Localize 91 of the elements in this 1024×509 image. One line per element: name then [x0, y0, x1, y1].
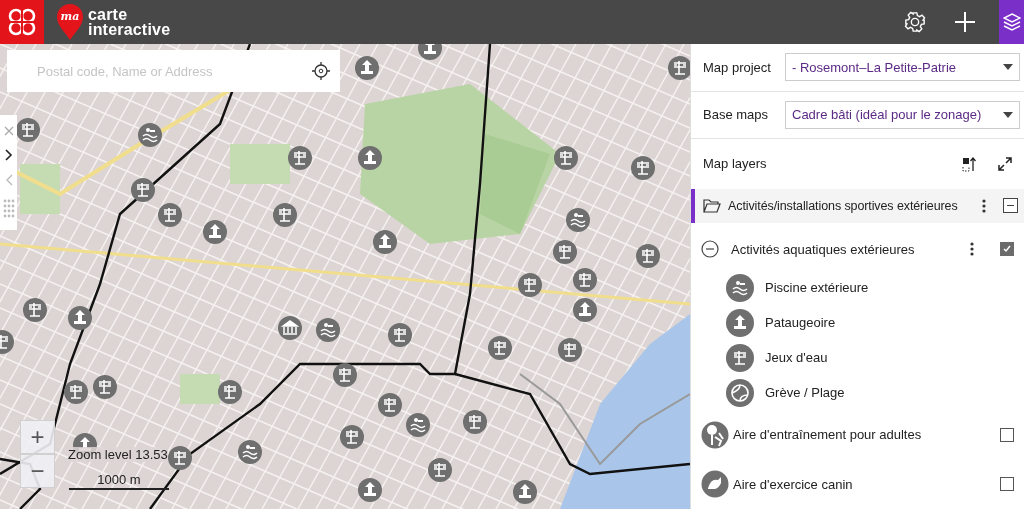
layer-name[interactable]: Aire d'entraînement pour adultes — [733, 427, 996, 443]
dropdown[interactable]: Cadre bâti (idéal pour le zonage) — [785, 100, 1020, 129]
poi-marker-icon[interactable] — [558, 338, 582, 362]
drag-handle-icon[interactable] — [2, 199, 15, 220]
zoom-in-button[interactable]: + — [20, 420, 55, 454]
search-bar[interactable]: Postal code, Name or Address — [7, 50, 340, 92]
dropdown[interactable]: - Rosemont–La Petite-Patrie — [785, 53, 1020, 82]
locate-icon[interactable] — [312, 62, 330, 80]
group-name: Activités/installations sportives extérieures — [728, 198, 959, 213]
poi-marker-icon[interactable] — [203, 220, 227, 244]
poi-marker-icon[interactable] — [355, 56, 379, 80]
poi-marker-icon[interactable] — [16, 118, 40, 142]
poi-marker-icon[interactable] — [131, 178, 155, 202]
poi-marker-icon[interactable] — [513, 480, 537, 504]
poi-marker-icon[interactable] — [573, 298, 597, 322]
collapse-icon[interactable] — [701, 240, 719, 259]
layer-symbol-icon — [701, 470, 729, 499]
poi-marker-icon[interactable] — [238, 440, 262, 464]
layer-checkbox[interactable] — [1000, 477, 1014, 492]
field-label: Map project — [703, 59, 772, 75]
poi-marker-icon[interactable] — [23, 298, 47, 322]
poi-marker-icon[interactable] — [273, 203, 297, 227]
app-title: interactive — [88, 22, 171, 37]
poi-marker-icon[interactable] — [631, 156, 655, 180]
poi-marker-icon[interactable] — [333, 363, 357, 387]
scale-bar: 1000 m — [69, 472, 169, 490]
poi-marker-icon[interactable] — [278, 316, 302, 340]
zoom-level-text: Zoom level 13.53 — [68, 447, 168, 462]
legend-symbol-icon — [725, 272, 755, 303]
poi-marker-icon[interactable] — [668, 56, 690, 80]
poi-marker-icon[interactable] — [0, 330, 14, 354]
sort-icon[interactable] — [962, 155, 976, 172]
poi-marker-icon[interactable] — [168, 446, 192, 470]
poi-marker-icon[interactable] — [138, 123, 162, 147]
legend-label: Piscine extérieure — [765, 280, 869, 296]
poi-marker-icon[interactable] — [158, 203, 182, 227]
caret-icon — [1003, 64, 1013, 71]
layer-group-row[interactable]: Activités/installations sportives extérieures — [691, 188, 1024, 223]
poi-marker-icon[interactable] — [463, 410, 487, 434]
more-options-icon[interactable] — [982, 198, 986, 213]
poi-marker-icon[interactable] — [68, 306, 92, 330]
layer-name[interactable]: Activités aquatiques extérieures — [731, 241, 958, 257]
poi-marker-icon[interactable] — [373, 230, 397, 254]
poi-marker-icon[interactable] — [566, 208, 590, 232]
collapse-icon[interactable] — [1003, 198, 1018, 214]
poi-marker-icon[interactable] — [340, 425, 364, 449]
app-title: carte — [88, 7, 129, 22]
chevron-right-icon[interactable] — [4, 148, 13, 161]
poi-marker-icon[interactable] — [553, 240, 577, 264]
poi-marker-icon[interactable] — [358, 146, 382, 170]
zoom-out-button[interactable]: − — [20, 454, 55, 488]
more-options-icon[interactable] — [970, 242, 974, 257]
layer-checkbox[interactable] — [1000, 427, 1014, 442]
poi-marker-icon[interactable] — [316, 318, 340, 342]
layer-name[interactable]: Aire d'exercice canin — [733, 476, 996, 492]
poi-marker-icon[interactable] — [64, 380, 88, 404]
field-label: Base maps — [703, 107, 770, 123]
poi-marker-icon[interactable] — [518, 273, 542, 297]
poi-marker-icon[interactable] — [93, 375, 117, 399]
poi-marker-icon[interactable] — [418, 44, 442, 60]
expand-icon[interactable] — [998, 156, 1012, 171]
folder-icon — [703, 198, 721, 213]
poi-marker-icon[interactable] — [406, 413, 430, 437]
section-title: Map layers — [703, 156, 768, 172]
gear-icon — [904, 11, 926, 33]
legend-symbol-icon — [725, 342, 755, 373]
poi-marker-icon[interactable] — [288, 146, 312, 170]
layer-symbol-icon — [701, 420, 729, 449]
legend-label: Grève / Plage — [765, 385, 845, 401]
layers-button[interactable] — [999, 0, 1024, 44]
poi-marker-icon[interactable] — [218, 380, 242, 404]
poi-marker-icon[interactable] — [428, 458, 452, 482]
legend-label: Pataugeoire — [765, 315, 836, 331]
poi-marker-icon[interactable] — [378, 393, 402, 417]
logo-badge-text: ma — [59, 10, 81, 23]
poi-marker-icon[interactable] — [358, 478, 382, 502]
poi-marker-icon[interactable] — [554, 146, 578, 170]
legend-label: Jeux d'eau — [765, 350, 828, 366]
legend-symbol-icon — [725, 377, 755, 408]
layer-checkbox[interactable] — [1000, 242, 1014, 257]
legend-symbol-icon — [725, 307, 755, 338]
checkmark-icon — [1002, 244, 1012, 255]
poi-marker-icon[interactable] — [488, 336, 512, 360]
poi-marker-icon[interactable] — [573, 268, 597, 292]
plus-icon — [954, 11, 976, 33]
map-pin-icon — [56, 3, 84, 41]
poi-marker-icon[interactable] — [388, 323, 412, 347]
search-field[interactable]: Postal code, Name or Address — [35, 62, 312, 80]
poi-marker-icon[interactable] — [636, 244, 660, 268]
caret-icon — [1003, 111, 1013, 118]
layers-icon — [1002, 12, 1021, 32]
